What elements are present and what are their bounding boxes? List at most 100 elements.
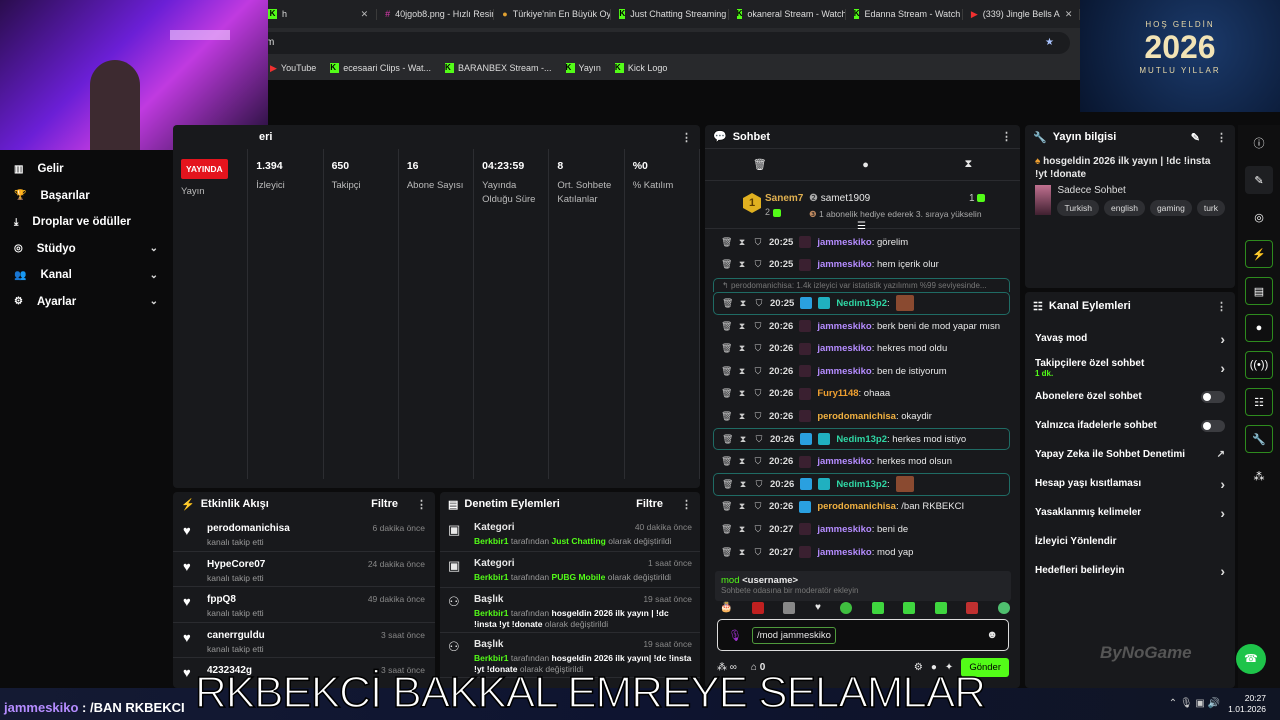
shield-icon[interactable]: ⛉: [754, 434, 764, 445]
channel-action-item[interactable]: Hesap yaşı kısıtlaması ›: [1025, 469, 1235, 498]
chat-message[interactable]: 🗑 ⧗ ⛉ 20:25 Nedim13p2:: [713, 292, 1010, 315]
more-icon[interactable]: ⋮: [1216, 300, 1227, 313]
hourglass-icon[interactable]: ⧗: [737, 366, 747, 377]
bookmark-item[interactable]: K Yayın: [565, 63, 601, 73]
channel-action-item[interactable]: Yavaş mod ›: [1025, 324, 1235, 353]
emote-icon[interactable]: [966, 602, 979, 614]
chevron-down-icon[interactable]: ⌄: [150, 243, 158, 254]
hourglass-icon[interactable]: ⧗: [738, 298, 748, 309]
shield-icon[interactable]: ⛉: [754, 479, 764, 490]
community-icon[interactable]: ⁂: [1245, 462, 1273, 490]
browser-tab[interactable]: ▶ (339) Jingle Bells A ✕: [963, 8, 1080, 20]
trash-icon[interactable]: 🗑: [722, 479, 733, 490]
chevron-right-icon[interactable]: ›: [1220, 505, 1225, 521]
channel-action-item[interactable]: Hedefleri belirleyin ›: [1025, 556, 1235, 585]
message-user[interactable]: perodomanichisa: [817, 411, 896, 422]
trash-icon[interactable]: 🗑: [721, 343, 732, 354]
message-user[interactable]: Nedim13p2: [836, 434, 887, 445]
shield-icon[interactable]: ⛉: [753, 411, 763, 422]
emote-icon[interactable]: [840, 602, 853, 614]
message-user[interactable]: jammeskiko: [817, 259, 871, 270]
emote-icon[interactable]: 🎂: [720, 602, 732, 618]
shield-icon[interactable]: ⛉: [753, 388, 763, 399]
close-tab-icon[interactable]: ✕: [1065, 9, 1073, 20]
trash-icon[interactable]: 🗑: [721, 501, 732, 512]
stream-tag[interactable]: Turkish: [1057, 200, 1099, 216]
chat-message[interactable]: 🗑 ⧗ ⛉ 20:26 perodomanichisa: /ban RKBEKCI: [705, 496, 1020, 519]
browser-tab[interactable]: #40jgob8.png - Hızlı Resim✕: [377, 8, 495, 20]
document-icon[interactable]: ▤: [1245, 277, 1273, 305]
shield-icon[interactable]: ⛉: [753, 259, 763, 270]
activity-item[interactable]: ♥ HypeCore07 kanalı takip etti 24 dakika ön…: [173, 552, 435, 587]
filter-button[interactable]: Filtre: [371, 498, 398, 510]
activity-item[interactable]: ♥ canerrguldu kanalı takip etti 3 saat önce: [173, 623, 435, 658]
hourglass-icon[interactable]: ⧗: [737, 524, 747, 535]
hourglass-icon[interactable]: ⧗: [737, 259, 747, 270]
emote-icon[interactable]: [783, 602, 796, 614]
activity-item[interactable]: ♥ perodomanichisa kanalı takip etti 6 dakik…: [173, 516, 435, 552]
sidebar-item-trophy[interactable]: 🏆 Başarılar: [0, 183, 172, 210]
shield-icon[interactable]: ⛉: [753, 501, 763, 512]
bookmark-item[interactable]: ▶ YouTube: [270, 63, 316, 74]
filter-button[interactable]: Filtre: [636, 498, 663, 510]
message-user[interactable]: jammeskiko: [817, 456, 871, 467]
chat-message[interactable]: 🗑 ⧗ ⛉ 20:26 jammeskiko: hekres mod oldu: [705, 337, 1020, 360]
shield-icon[interactable]: ⛉: [753, 366, 763, 377]
channel-action-item[interactable]: Yalnızca ifadelerle sohbet: [1025, 411, 1235, 440]
hourglass-icon[interactable]: ⧗: [737, 321, 747, 332]
trash-icon[interactable]: 🗑: [721, 237, 732, 248]
chat-message[interactable]: 🗑 ⧗ ⛉ 20:25 jammeskiko: görelim: [705, 231, 1020, 254]
trash-icon[interactable]: 🗑: [753, 158, 767, 171]
sidebar-item-gear[interactable]: ⚙ Ayarlar ⌄: [0, 289, 172, 316]
stream-tag[interactable]: english: [1104, 200, 1145, 216]
shield-icon[interactable]: ⛉: [753, 237, 763, 248]
chat-bubble-icon[interactable]: ●: [862, 159, 869, 171]
emote-icon[interactable]: ♥: [815, 602, 821, 618]
trash-icon[interactable]: 🗑: [721, 411, 732, 422]
message-user[interactable]: jammeskiko: [817, 547, 871, 558]
trash-icon[interactable]: 🗑: [721, 524, 732, 535]
shield-icon[interactable]: ⛉: [753, 343, 763, 354]
chat-message[interactable]: 🗑 ⧗ ⛉ 20:26 jammeskiko: ben de istiyorum: [705, 360, 1020, 383]
trash-icon[interactable]: 🗑: [721, 547, 732, 558]
collapse-icon[interactable]: ☰: [857, 221, 866, 232]
chat-message[interactable]: 🗑 ⧗ ⛉ 20:27 jammeskiko: mod yap: [705, 541, 1020, 564]
channel-action-item[interactable]: İzleyici Yönlendir: [1025, 527, 1235, 556]
emote-icon[interactable]: [934, 602, 947, 614]
hourglass-icon[interactable]: ⧗: [737, 547, 747, 558]
trash-icon[interactable]: 🗑: [722, 434, 733, 445]
toggle-switch[interactable]: [1201, 390, 1225, 403]
message-user[interactable]: jammeskiko: [817, 366, 871, 377]
shield-icon[interactable]: ⛉: [753, 456, 763, 467]
more-icon[interactable]: ⋮: [416, 498, 427, 511]
chat-message[interactable]: 🗑 ⧗ ⛉ 20:26 Nedim13p2: herkes mod istiyo: [713, 427, 1010, 451]
chat-icon[interactable]: ●: [1245, 314, 1273, 342]
shield-icon[interactable]: ⛉: [754, 298, 764, 309]
message-user[interactable]: jammeskiko: [817, 343, 871, 354]
chevron-right-icon[interactable]: ›: [1220, 476, 1225, 492]
message-user[interactable]: Nedim13p2: [836, 479, 887, 490]
hourglass-icon[interactable]: ⧗: [737, 237, 747, 248]
support-button[interactable]: ☎: [1236, 644, 1266, 674]
chat-message[interactable]: 🗑 ⧗ ⛉ 20:26 jammeskiko: herkes mod olsun: [705, 450, 1020, 473]
browser-tab[interactable]: Kokaneral Stream - Watch✕: [729, 8, 846, 20]
hourglass-icon[interactable]: ⧗: [738, 479, 748, 490]
close-tab-icon[interactable]: ✕: [361, 9, 369, 20]
external-link-icon[interactable]: ↗: [1217, 449, 1225, 460]
emote-icon[interactable]: [871, 602, 884, 614]
sidebar-item-users[interactable]: 👥 Kanal ⌄: [0, 262, 172, 289]
emote-icon[interactable]: [903, 602, 916, 614]
hourglass-icon[interactable]: ⧗: [737, 411, 747, 422]
hourglass-icon[interactable]: ⧗: [738, 434, 748, 445]
chevron-down-icon[interactable]: ⌄: [150, 296, 158, 307]
hourglass-icon[interactable]: ⧗: [737, 388, 747, 399]
browser-tab[interactable]: KEdanna Stream - Watch L✕: [846, 8, 963, 20]
info-icon[interactable]: ⓘ: [1245, 129, 1273, 157]
microphone-icon[interactable]: 🎙: [728, 629, 742, 642]
trash-icon[interactable]: 🗑: [721, 456, 732, 467]
shield-icon[interactable]: ⛉: [753, 547, 763, 558]
moderation-item[interactable]: ▣ Kategori 1 saat önce Berkbir1 tarafından …: [440, 552, 700, 588]
trash-icon[interactable]: 🗑: [721, 388, 732, 399]
moderation-item[interactable]: ▣ Kategori 40 dakika önce Berkbir1 tarafınd…: [440, 516, 700, 552]
more-icon[interactable]: ⋮: [1001, 130, 1012, 143]
